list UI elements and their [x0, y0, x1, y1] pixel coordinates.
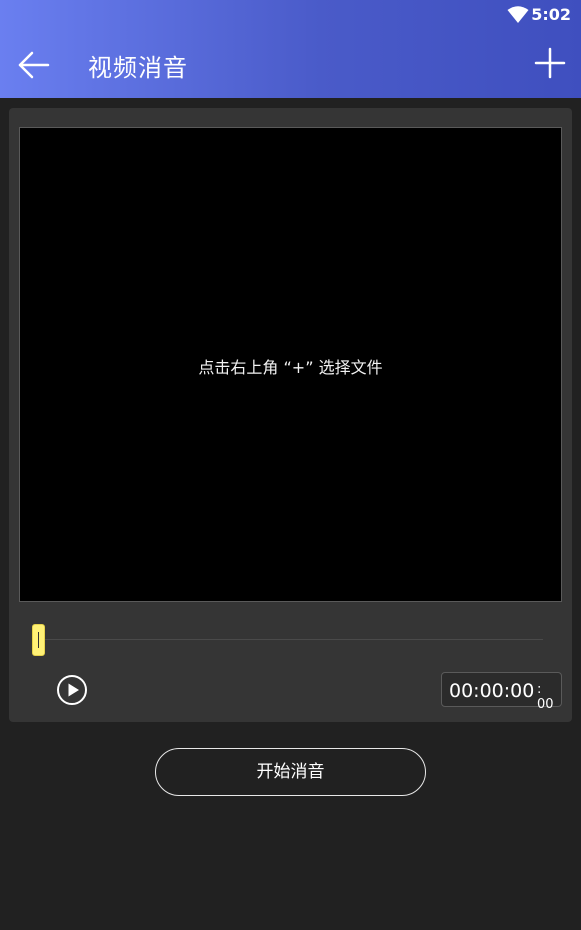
video-preview[interactable]: 点击右上角 “+” 选择文件: [19, 127, 562, 602]
status-time: 5:02: [531, 5, 571, 24]
arrow-left-icon[interactable]: [14, 46, 52, 84]
time-ms: : 00: [537, 682, 554, 712]
start-mute-button[interactable]: 开始消音: [155, 748, 426, 796]
timeline-handle[interactable]: [32, 624, 45, 656]
select-file-hint: 点击右上角 “+” 选择文件: [198, 358, 383, 377]
plus-icon[interactable]: [533, 46, 567, 80]
timeline-track[interactable]: [40, 639, 543, 640]
wifi-icon: [507, 6, 529, 23]
time-main: 00:00:00: [449, 680, 535, 702]
app-bar: 5:02 视频消音: [0, 0, 581, 98]
page-title: 视频消音: [88, 54, 188, 82]
time-display: 00:00:00 : 00: [441, 672, 562, 712]
play-icon[interactable]: [56, 674, 88, 706]
status-bar: 5:02: [0, 0, 581, 32]
